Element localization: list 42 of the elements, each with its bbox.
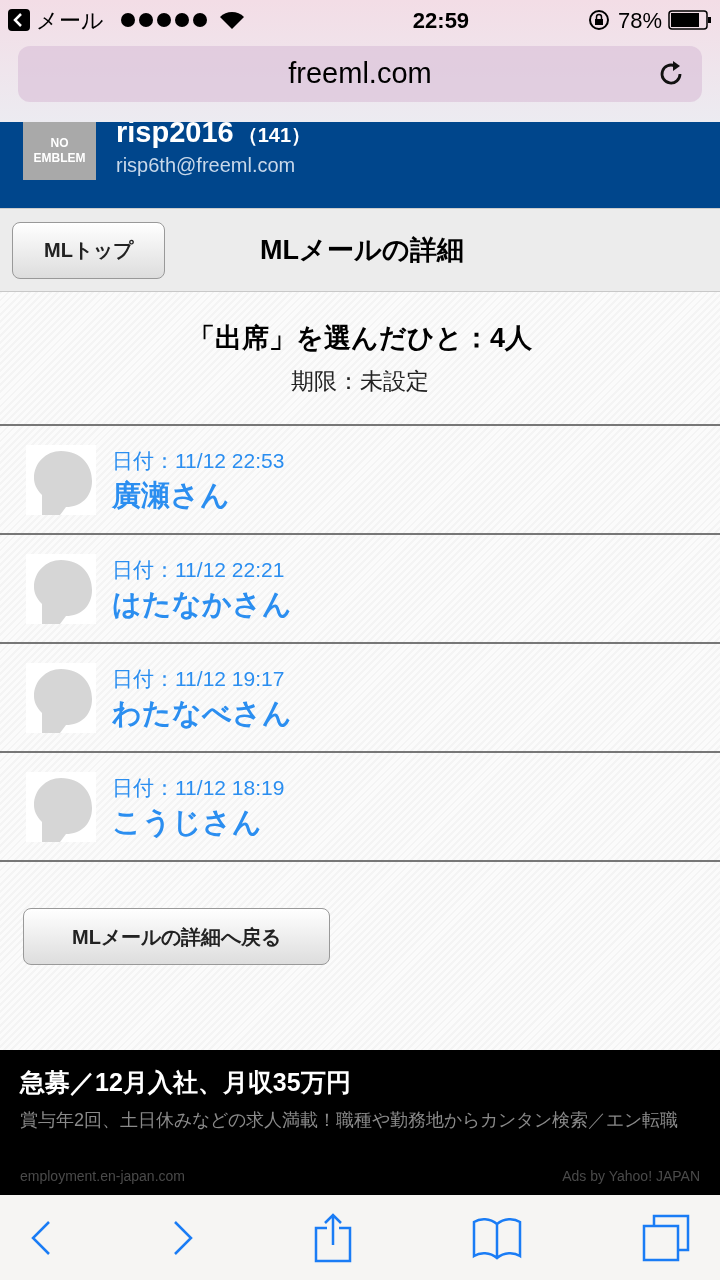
emblem-text: NO EMBLEM bbox=[32, 136, 87, 166]
date-text: 日付：11/12 22:53 bbox=[112, 447, 285, 474]
group-email: risp6th@freeml.com bbox=[116, 153, 297, 178]
ad-banner[interactable]: 急募／12月入社、月収35万円 賞与年2回、土日休みなどの求人満載！職種や勤務地からカンタン検索／エン転職 employment.en-japan.com Ads by Yahoo! JAPAN bbox=[0, 1050, 720, 1195]
summary-heading: 「出席」を選んだひと：4人 bbox=[188, 321, 532, 355]
person-row[interactable]: 日付：11/12 22:53 廣瀬さん bbox=[0, 426, 720, 535]
ad-body: 賞与年2回、土日休みなどの求人満載！職種や勤務地からカンタン検索／エン転職 bbox=[20, 1108, 679, 1132]
person-row[interactable]: 日付：11/12 19:17 わたなべさん bbox=[0, 644, 720, 753]
avatar-icon bbox=[26, 444, 96, 515]
page-title: MLメールの詳細 bbox=[260, 233, 464, 267]
date-text: 日付：11/12 18:19 bbox=[112, 774, 285, 801]
avatar-icon bbox=[26, 771, 96, 842]
ad-domain: employment.en-japan.com bbox=[20, 1167, 185, 1186]
signal-icon bbox=[120, 12, 210, 28]
back-app-label[interactable]: メール bbox=[36, 3, 104, 37]
ml-top-button[interactable]: MLトップ bbox=[12, 221, 165, 279]
person-name[interactable]: わたなべさん bbox=[112, 694, 292, 733]
person-name[interactable]: 廣瀬さん bbox=[112, 476, 285, 515]
person-name[interactable]: こうじさん bbox=[112, 803, 285, 842]
ad-credit: Ads by Yahoo! JAPAN bbox=[562, 1167, 700, 1186]
person-name[interactable]: はたなかさん bbox=[112, 585, 292, 624]
ad-title: 急募／12月入社、月収35万円 bbox=[20, 1067, 352, 1098]
back-button[interactable]: MLメールの詳細へ戻る bbox=[23, 908, 330, 965]
time: 22:59 bbox=[411, 6, 470, 35]
person-row[interactable]: 日付：11/12 18:19 こうじさん bbox=[0, 753, 720, 862]
avatar-icon bbox=[26, 553, 96, 624]
group-count: （141） bbox=[237, 123, 312, 148]
person-row[interactable]: 日付：11/12 22:21 はたなかさん bbox=[0, 535, 720, 644]
deadline-text: 期限：未設定 bbox=[291, 367, 429, 396]
rotation-lock-icon bbox=[587, 9, 610, 31]
url-text: freeml.com bbox=[288, 56, 432, 92]
address-bar[interactable]: freeml.com bbox=[18, 46, 702, 102]
avatar-icon bbox=[26, 662, 96, 733]
back-icon[interactable] bbox=[8, 9, 30, 31]
date-text: 日付：11/12 19:17 bbox=[112, 665, 286, 692]
battery-percent: 78% bbox=[617, 6, 662, 35]
battery-icon bbox=[668, 10, 712, 30]
share-icon[interactable] bbox=[314, 1212, 352, 1263]
date-text: 日付：11/12 22:21 bbox=[112, 556, 286, 583]
wifi-icon bbox=[220, 11, 244, 29]
tabs-icon[interactable] bbox=[642, 1213, 690, 1262]
bookmarks-icon[interactable] bbox=[472, 1215, 522, 1260]
